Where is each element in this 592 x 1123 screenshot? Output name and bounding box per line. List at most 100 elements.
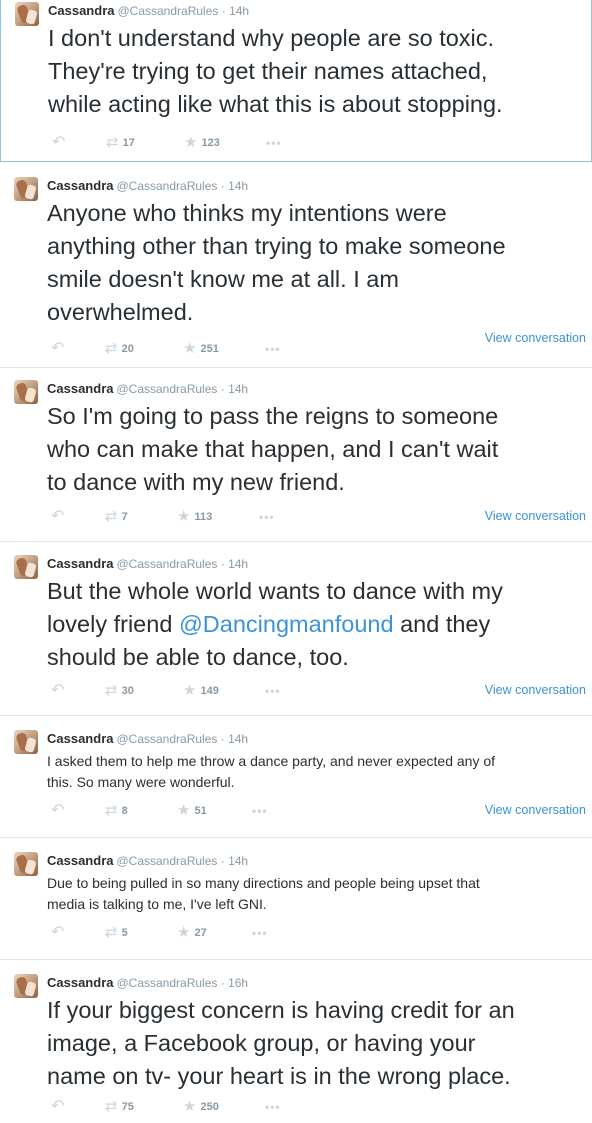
retweet-button[interactable]: ⇄ 5 [105, 925, 128, 941]
author-name[interactable]: Cassandra [47, 381, 113, 396]
more-icon[interactable]: ••• [265, 1099, 281, 1115]
tweet-actions: ↶ ⇄ 17 ★ 123 ••• [48, 135, 581, 151]
star-icon: ★ [184, 134, 198, 152]
avatar[interactable] [15, 2, 39, 26]
reply-icon: ↶ [51, 508, 65, 526]
tweet-header: Cassandra @CassandraRules · 14h [47, 381, 249, 396]
favorite-count: 250 [200, 1101, 219, 1114]
retweet-count: 8 [121, 805, 128, 818]
favorite-count: 27 [194, 927, 207, 940]
tweet-timestamp[interactable]: 14h [228, 382, 248, 396]
tweet-header: Cassandra @CassandraRules · 14h [47, 178, 249, 193]
retweet-icon: ⇄ [105, 924, 118, 942]
tweet-timestamp[interactable]: 14h [228, 854, 248, 868]
author-handle[interactable]: @CassandraRules [116, 557, 217, 571]
reply-button[interactable]: ↶ [51, 683, 64, 699]
tweet-header: Cassandra @CassandraRules · 14h [47, 853, 249, 868]
tweet-timestamp[interactable]: 14h [228, 179, 248, 193]
avatar[interactable] [14, 730, 38, 754]
tweet-text: I don't understand why people are so tox… [48, 25, 503, 117]
more-icon[interactable]: ••• [252, 925, 268, 941]
retweet-count: 17 [122, 137, 135, 150]
retweet-icon: ⇄ [105, 802, 118, 820]
star-icon: ★ [183, 1098, 197, 1116]
more-icon[interactable]: ••• [259, 509, 275, 525]
author-name[interactable]: Cassandra [47, 731, 113, 746]
tweet-timestamp[interactable]: 14h [229, 4, 249, 18]
author-name[interactable]: Cassandra [48, 3, 114, 18]
author-handle[interactable]: @CassandraRules [117, 4, 218, 18]
avatar[interactable] [14, 177, 38, 201]
retweet-icon: ⇄ [105, 1098, 118, 1116]
star-icon: ★ [177, 924, 191, 942]
user-mention-link[interactable]: @Dancingmanfound [179, 611, 394, 637]
view-conversation-link[interactable]: View conversation [485, 331, 586, 345]
avatar[interactable] [14, 974, 38, 998]
author-handle[interactable]: @CassandraRules [116, 179, 217, 193]
tweet-card[interactable]: Cassandra @CassandraRules · 14h But the w… [0, 542, 592, 716]
reply-button[interactable]: ↶ [52, 135, 65, 151]
favorite-count: 113 [194, 511, 213, 524]
favorite-button[interactable]: ★ 251 [183, 341, 219, 357]
author-name[interactable]: Cassandra [47, 178, 113, 193]
favorite-button[interactable]: ★ 51 [177, 803, 207, 819]
retweet-icon: ⇄ [105, 340, 118, 358]
tweet-timeline: Cassandra @CassandraRules · 14h I don't u… [0, 0, 592, 1123]
more-icon[interactable]: ••• [265, 683, 281, 699]
tweet-card[interactable]: Cassandra @CassandraRules · 14h Anyone wh… [0, 162, 592, 368]
tweet-header: Cassandra @CassandraRules · 16h [47, 975, 249, 990]
author-name[interactable]: Cassandra [47, 556, 113, 571]
tweet-header: Cassandra @CassandraRules · 14h [48, 3, 250, 18]
tweet-card[interactable]: Cassandra @CassandraRules · 14h So I'm go… [0, 368, 592, 542]
reply-button[interactable]: ↶ [51, 341, 64, 357]
tweet-timestamp[interactable]: 16h [228, 976, 248, 990]
tweet-card[interactable]: Cassandra @CassandraRules · 14h I don't u… [0, 0, 592, 162]
more-icon[interactable]: ••• [265, 341, 281, 357]
tweet-timestamp[interactable]: 14h [228, 557, 248, 571]
favorite-count: 123 [201, 137, 220, 150]
retweet-button[interactable]: ⇄ 20 [105, 341, 134, 357]
author-name[interactable]: Cassandra [47, 975, 113, 990]
avatar[interactable] [14, 852, 38, 876]
author-handle[interactable]: @CassandraRules [116, 854, 217, 868]
reply-icon: ↶ [51, 924, 65, 942]
favorite-button[interactable]: ★ 149 [183, 683, 219, 699]
more-icon[interactable]: ••• [266, 135, 282, 151]
retweet-count: 7 [121, 511, 128, 524]
view-conversation-link[interactable]: View conversation [485, 683, 586, 697]
retweet-button[interactable]: ⇄ 17 [106, 135, 135, 151]
tweet-header: Cassandra @CassandraRules · 14h [47, 556, 249, 571]
favorite-button[interactable]: ★ 113 [177, 509, 212, 525]
reply-button[interactable]: ↶ [51, 509, 64, 525]
view-conversation-link[interactable]: View conversation [485, 509, 586, 523]
retweet-button[interactable]: ⇄ 8 [105, 803, 128, 819]
reply-button[interactable]: ↶ [51, 925, 64, 941]
star-icon: ★ [177, 802, 191, 820]
retweet-button[interactable]: ⇄ 75 [105, 1099, 134, 1115]
author-handle[interactable]: @CassandraRules [116, 732, 217, 746]
reply-button[interactable]: ↶ [51, 1099, 64, 1115]
reply-button[interactable]: ↶ [51, 803, 64, 819]
author-handle[interactable]: @CassandraRules [116, 382, 217, 396]
avatar[interactable] [14, 555, 38, 579]
favorite-button[interactable]: ★ 123 [184, 135, 220, 151]
avatar[interactable] [14, 380, 38, 404]
reply-icon: ↶ [51, 682, 65, 700]
favorite-button[interactable]: ★ 250 [183, 1099, 219, 1115]
tweet-text: So I'm going to pass the reigns to someo… [47, 403, 499, 495]
favorite-button[interactable]: ★ 27 [177, 925, 207, 941]
tweet-actions: ↶ ⇄ 75 ★ 250 ••• [47, 1099, 580, 1115]
retweet-button[interactable]: ⇄ 30 [105, 683, 134, 699]
favorite-count: 51 [194, 805, 207, 818]
author-handle[interactable]: @CassandraRules [116, 976, 217, 990]
retweet-button[interactable]: ⇄ 7 [105, 509, 128, 525]
author-name[interactable]: Cassandra [47, 853, 113, 868]
view-conversation-link[interactable]: View conversation [485, 803, 586, 817]
favorite-count: 149 [200, 685, 219, 698]
tweet-card[interactable]: Cassandra @CassandraRules · 14h I asked t… [0, 716, 592, 838]
tweet-card[interactable]: Cassandra @CassandraRules · 14h Due to be… [0, 838, 592, 960]
tweet-timestamp[interactable]: 14h [228, 732, 248, 746]
tweet-card[interactable]: Cassandra @CassandraRules · 16h If your b… [0, 960, 592, 1123]
tweet-actions: ↶ ⇄ 5 ★ 27 ••• [47, 925, 580, 941]
more-icon[interactable]: ••• [252, 803, 268, 819]
